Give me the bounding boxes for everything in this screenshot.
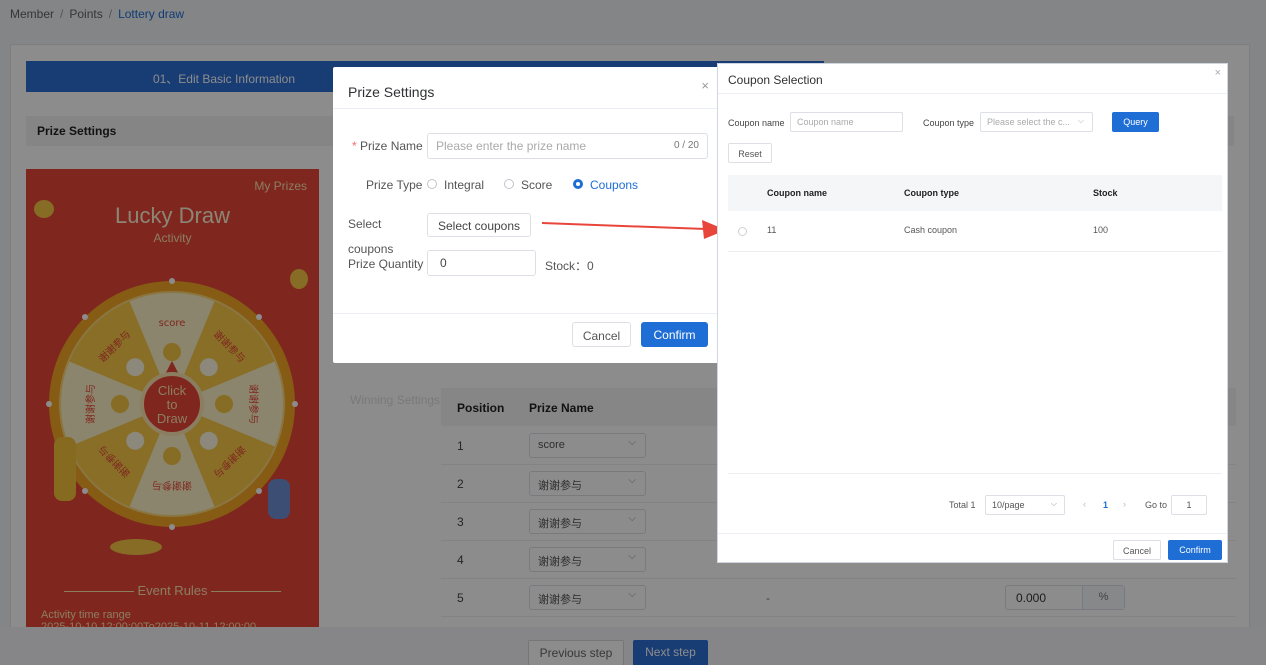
required-mark: * — [352, 139, 357, 153]
prev-page-icon[interactable]: ‹ — [1083, 499, 1086, 509]
cancel-button[interactable]: Cancel — [1113, 540, 1161, 560]
radio-coupons[interactable] — [573, 179, 583, 189]
prize-name-input[interactable]: Please enter the prize name 0 / 20 — [427, 133, 708, 159]
coupon-name-placeholder: Coupon name — [797, 117, 854, 127]
select-coupons-button[interactable]: Select coupons — [427, 213, 531, 237]
pagination-total: Total 1 — [949, 500, 976, 510]
page-size-value: 10/page — [992, 500, 1025, 510]
radio-integral-label[interactable]: Integral — [444, 178, 484, 192]
next-page-icon[interactable]: › — [1123, 499, 1126, 509]
char-counter: 0 / 20 — [673, 140, 699, 151]
row-radio[interactable] — [738, 227, 747, 236]
coupon-type-placeholder: Please select the c... — [987, 117, 1071, 127]
prize-name-placeholder: Please enter the prize name — [436, 139, 587, 153]
divider — [718, 533, 1227, 534]
coupon-type-cell: Cash coupon — [904, 225, 958, 235]
prize-quantity-input[interactable]: 0 — [427, 250, 536, 276]
cancel-button[interactable]: Cancel — [572, 322, 631, 347]
annotation-arrow-shaft — [541, 222, 707, 230]
dialog-title: Prize Settings — [348, 84, 435, 100]
stock-text: Stock：0 — [545, 259, 594, 273]
prize-name-label-text: Prize Name — [360, 139, 423, 153]
coupon-name-cell: 11 — [767, 225, 777, 235]
divider — [333, 313, 721, 314]
confirm-button[interactable]: Confirm — [641, 322, 708, 347]
col-coupon-type: Coupon type — [904, 188, 959, 198]
radio-score-label[interactable]: Score — [521, 178, 552, 192]
prize-name-label: * Prize Name — [352, 139, 423, 153]
page-number[interactable]: 1 — [1103, 500, 1108, 510]
divider — [718, 93, 1227, 94]
goto-page-input[interactable]: 1 — [1171, 495, 1207, 515]
divider — [728, 473, 1222, 474]
coupon-table-header: Coupon name Coupon type Stock — [728, 175, 1222, 211]
col-stock: Stock — [1093, 188, 1118, 198]
coupon-type-label: Coupon type — [923, 118, 975, 128]
chevron-down-icon: ⌵ — [1077, 116, 1084, 125]
close-icon[interactable]: × — [701, 78, 709, 93]
coupon-table-row[interactable]: 11 Cash coupon 100 — [728, 212, 1222, 252]
query-button[interactable]: Query — [1112, 112, 1159, 132]
confirm-button[interactable]: Confirm — [1168, 540, 1222, 560]
dialog-title: Coupon Selection — [728, 73, 823, 87]
radio-score[interactable] — [504, 179, 514, 189]
coupon-type-select[interactable]: Please select the c... ⌵ — [980, 112, 1093, 132]
radio-coupons-label[interactable]: Coupons — [590, 178, 638, 192]
reset-button[interactable]: Reset — [728, 143, 772, 163]
coupon-name-label: Coupon name — [728, 118, 785, 128]
prize-quantity-label: Prize Quantity — [348, 257, 424, 271]
page-size-select[interactable]: 10/page ⌵ — [985, 495, 1065, 515]
select-label: Select — [348, 217, 382, 231]
radio-integral[interactable] — [427, 179, 437, 189]
divider — [333, 108, 721, 109]
coupon-name-input[interactable]: Coupon name — [790, 112, 903, 132]
coupon-selection-dialog: Coupon Selection × Coupon name Coupon na… — [717, 63, 1228, 563]
goto-label: Go to — [1145, 500, 1168, 510]
chevron-down-icon: ⌵ — [1050, 499, 1057, 508]
close-icon[interactable]: × — [1215, 67, 1221, 79]
annotation-arrow — [541, 220, 726, 239]
col-coupon-name: Coupon name — [767, 188, 827, 198]
coupons-label: coupons — [348, 242, 394, 256]
coupon-stock-cell: 100 — [1093, 225, 1109, 235]
prize-type-label: Prize Type — [366, 178, 423, 192]
